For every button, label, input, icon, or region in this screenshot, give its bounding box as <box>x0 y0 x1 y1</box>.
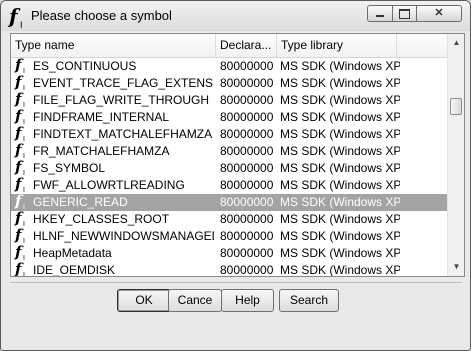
cell-type-library: MS SDK (Windows XP) <box>280 195 400 209</box>
list-row[interactable]: f I HKEY_CLASSES_ROOT 80000000 MS SDK (Windo… <box>11 209 447 229</box>
cell-type-name: GENERIC_READ <box>33 195 128 209</box>
symbol-list[interactable]: Type name Declara... Type library f I ES_C… <box>10 33 465 277</box>
cell-type-name: FWF_ALLOWRTLREADING <box>33 178 185 192</box>
list-row[interactable]: f I HeapMetadata 80000000 MS SDK (Windows XP… <box>11 243 447 263</box>
cell-type-name: FILE_FLAG_WRITE_THROUGH <box>33 93 210 107</box>
close-icon: ✕ <box>434 7 444 19</box>
column-header-type-name[interactable]: Type name <box>11 34 216 57</box>
cell-type-library: MS SDK (Windows XP) <box>280 178 400 192</box>
cell-type-library: MS SDK (Windows XP) <box>280 59 400 73</box>
cell-declaration: 80000000 <box>220 110 274 124</box>
list-row[interactable]: f I FINDTEXT_MATCHALEFHAMZA 80000000 MS SDK … <box>11 124 447 144</box>
function-symbol-icon: fI <box>9 4 23 30</box>
list-row[interactable]: fI EVENT_TRACE_FLAG_EXTENSION 80000000 MS S… <box>11 73 447 93</box>
cell-declaration: 80000000 <box>220 212 274 226</box>
list-header: Type name Declara... Type library <box>11 34 447 58</box>
function-symbol-icon: fI <box>15 175 25 195</box>
function-symbol-icon: fI <box>15 158 25 178</box>
cell-type-library: MS SDK (Windows XP) <box>280 212 400 226</box>
cell-type-name: FS_SYMBOL <box>33 161 106 175</box>
cancel-button[interactable]: Cance <box>168 289 222 312</box>
maximize-button[interactable] <box>392 5 417 22</box>
list-row[interactable]: f I HLNF_NEWWINDOWSMANAGED 80000000 MS SDK (… <box>11 226 447 246</box>
function-symbol-icon: fI <box>15 58 25 75</box>
cell-type-library: MS SDK (Windows XP) <box>280 263 400 276</box>
list-row[interactable]: f I FINDFRAME_INTERNAL 80000000 MS SDK (Wind… <box>11 107 447 127</box>
cell-declaration: 80000000 <box>220 195 274 209</box>
vertical-scrollbar[interactable]: ▲ ▼ <box>447 34 464 276</box>
list-row[interactable]: f I ES_CONTINUOUS 80000000 MS SDK (Windows X… <box>11 58 447 75</box>
minimize-button[interactable] <box>367 5 393 22</box>
list-row[interactable]: f I FWF_ALLOWRTLREADING 80000000 MS SDK (Win… <box>11 175 447 195</box>
list-row[interactable]: f I FS_SYMBOL 80000000 MS SDK (Windows XP) <box>11 158 447 178</box>
cell-type-library: MS SDK (Windows XP) <box>280 76 400 90</box>
help-button[interactable]: Help <box>221 289 274 312</box>
cell-declaration: 80000000 <box>220 76 274 90</box>
function-symbol-icon: fI <box>15 243 25 263</box>
column-header-declaration[interactable]: Declara... <box>216 34 277 57</box>
function-symbol-icon: fI <box>15 124 25 144</box>
cell-type-library: MS SDK (Windows XP) <box>280 110 400 124</box>
cell-type-library: MS SDK (Windows XP) <box>280 127 400 141</box>
scroll-up-arrow-icon[interactable]: ▲ <box>449 35 464 51</box>
cell-declaration: 80000000 <box>220 246 274 260</box>
cell-type-name: FINDTEXT_MATCHALEFHAMZA <box>33 127 213 141</box>
cell-type-name: EVENT_TRACE_FLAG_EXTENSION <box>33 76 214 90</box>
cell-declaration: 80000000 <box>220 59 274 73</box>
cell-type-name: HLNF_NEWWINDOWSMANAGED <box>33 229 214 243</box>
cell-type-name: ES_CONTINUOUS <box>33 59 137 73</box>
function-symbol-icon: fI <box>15 141 25 161</box>
cell-declaration: 80000000 <box>220 263 274 276</box>
scroll-down-arrow-icon[interactable]: ▼ <box>449 259 464 275</box>
symbol-dialog: fI Please choose a symbol ✕ Type name De… <box>0 0 471 351</box>
function-symbol-icon: fI <box>15 73 25 93</box>
cell-type-library: MS SDK (Windows XP) <box>280 246 400 260</box>
function-symbol-icon: fI <box>15 226 25 246</box>
cell-declaration: 80000000 <box>220 127 274 141</box>
function-symbol-icon: fI <box>15 209 25 229</box>
cell-type-library: MS SDK (Windows XP) <box>280 229 400 243</box>
ok-button[interactable]: OK <box>117 289 171 312</box>
column-header-type-library[interactable]: Type library <box>277 34 397 57</box>
list-row[interactable]: f I FILE_FLAG_WRITE_THROUGH 80000000 MS SDK … <box>11 90 447 110</box>
list-row[interactable]: f I IDE_OEMDISK 80000000 MS SDK (Windows XP) <box>11 260 447 277</box>
dialog-title: Please choose a symbol <box>31 8 172 23</box>
function-symbol-icon: fI <box>15 192 25 212</box>
cell-type-name: IDE_OEMDISK <box>33 263 116 276</box>
function-symbol-icon: fI <box>15 107 25 127</box>
list-row[interactable]: f I FR_MATCHALEFHAMZA 80000000 MS SDK (Windo… <box>11 141 447 161</box>
cell-declaration: 80000000 <box>220 144 274 158</box>
list-row[interactable]: f I GENERIC_READ 80000000 MS SDK (Windows XP… <box>11 192 447 212</box>
cell-type-name: HKEY_CLASSES_ROOT <box>33 212 170 226</box>
cell-type-library: MS SDK (Windows XP) <box>280 93 400 107</box>
cell-type-library: MS SDK (Windows XP) <box>280 161 400 175</box>
cell-declaration: 80000000 <box>220 229 274 243</box>
cell-type-name: HeapMetadata <box>33 246 112 260</box>
cell-declaration: 80000000 <box>220 161 274 175</box>
minimize-icon <box>376 15 384 17</box>
search-button[interactable]: Search <box>279 289 339 312</box>
cell-declaration: 80000000 <box>220 93 274 107</box>
cell-type-name: FINDFRAME_INTERNAL <box>33 110 170 124</box>
maximize-icon <box>399 9 410 19</box>
scrollbar-thumb[interactable] <box>450 98 462 115</box>
cell-type-library: MS SDK (Windows XP) <box>280 144 400 158</box>
column-header-filler <box>397 34 447 57</box>
close-button[interactable]: ✕ <box>416 5 462 22</box>
function-symbol-icon: fI <box>15 260 25 277</box>
cell-declaration: 80000000 <box>220 178 274 192</box>
function-symbol-icon: fI <box>15 90 25 110</box>
cell-type-name: FR_MATCHALEFHAMZA <box>33 144 170 158</box>
title-bar[interactable]: fI Please choose a symbol ✕ <box>1 1 470 31</box>
list-rows: f I ES_CONTINUOUS 80000000 MS SDK (Windows X… <box>11 58 447 276</box>
